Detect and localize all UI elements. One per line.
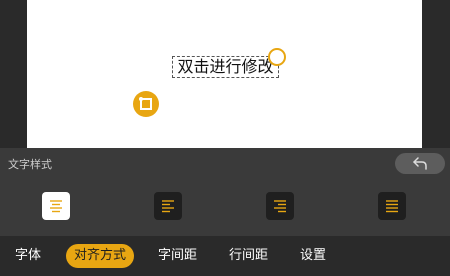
rotate-handle[interactable] <box>268 48 286 66</box>
text-style-panel: 文字样式 <box>0 148 450 236</box>
scale-handle[interactable] <box>133 91 159 117</box>
undo-button[interactable] <box>395 153 445 174</box>
resize-icon <box>139 97 152 110</box>
align-left-icon <box>162 200 174 213</box>
tab-line-spacing[interactable]: 行间距 <box>229 244 268 268</box>
align-left-button[interactable] <box>154 192 182 220</box>
tab-font[interactable]: 字体 <box>15 244 41 268</box>
align-justify-icon <box>386 200 398 213</box>
tab-letter-spacing[interactable]: 字间距 <box>158 244 197 268</box>
undo-arrow-icon <box>413 157 427 170</box>
align-right-button[interactable] <box>266 192 294 220</box>
bottom-tab-bar: 字体 对齐方式 字间距 行间距 设置 <box>0 236 450 276</box>
text-element[interactable]: 双击进行修改 <box>172 56 279 78</box>
align-center-icon <box>50 200 62 213</box>
align-right-icon <box>274 200 286 213</box>
tab-settings[interactable]: 设置 <box>300 244 326 268</box>
align-justify-button[interactable] <box>378 192 406 220</box>
tab-alignment[interactable]: 对齐方式 <box>66 244 135 268</box>
align-center-button[interactable] <box>42 192 70 220</box>
panel-title: 文字样式 <box>8 158 52 171</box>
